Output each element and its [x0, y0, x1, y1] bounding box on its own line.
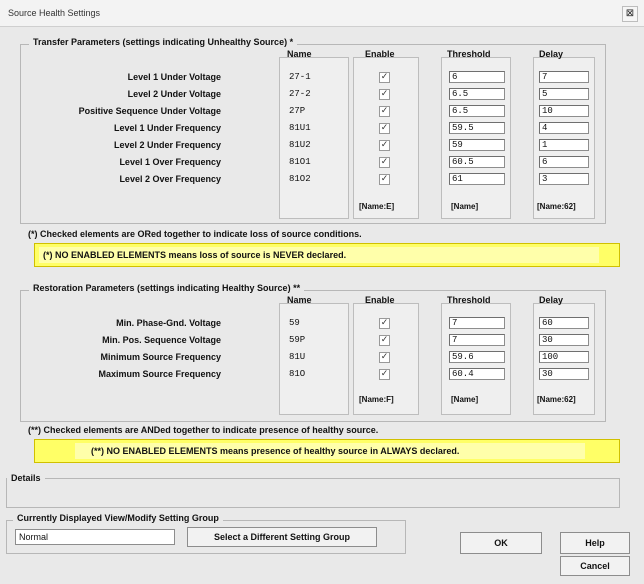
transfer-warning-text: (*) NO ENABLED ELEMENTS means loss of so…	[43, 250, 347, 260]
restoration-row-threshold-input[interactable]: 60.4	[449, 368, 505, 380]
restoration-row-delay-input[interactable]: 60	[539, 317, 589, 329]
transfer-row-delay-input[interactable]: 3	[539, 173, 589, 185]
transfer-row-enable-checkbox[interactable]: ✓	[379, 140, 390, 151]
transfer-row-delay-input[interactable]: 7	[539, 71, 589, 83]
details-group: Details	[6, 473, 620, 508]
restoration-row-name: 81U	[289, 352, 306, 362]
help-button[interactable]: Help	[560, 532, 630, 554]
restoration-row-threshold-input[interactable]: 59.6	[449, 351, 505, 363]
transfer-parameters-group: Transfer Parameters (settings indicating…	[20, 37, 606, 224]
transfer-row-delay-input[interactable]: 6	[539, 156, 589, 168]
transfer-row-threshold-input[interactable]: 6.5	[449, 105, 505, 117]
restoration-row-delay-input[interactable]: 100	[539, 351, 589, 363]
transfer-note: (*) Checked elements are ORed together t…	[28, 229, 362, 239]
restoration-note: (**) Checked elements are ANDed together…	[28, 425, 379, 435]
restoration-delay-header: Delay	[539, 295, 564, 305]
restoration-delay-footer: [Name:62]	[537, 395, 576, 404]
transfer-threshold-footer: [Name]	[451, 202, 479, 211]
restoration-row-label: Maximum Source Frequency	[98, 369, 221, 379]
transfer-name-header: Name	[287, 49, 312, 59]
restoration-threshold-footer: [Name]	[451, 395, 479, 404]
transfer-row-delay-input[interactable]: 5	[539, 88, 589, 100]
transfer-enable-footer: [Name:E]	[359, 202, 395, 211]
restoration-row-enable-checkbox[interactable]: ✓	[379, 335, 390, 346]
transfer-delay-footer: [Name:62]	[537, 202, 576, 211]
restoration-row-enable-checkbox[interactable]: ✓	[379, 318, 390, 329]
transfer-threshold-header: Threshold	[447, 49, 491, 59]
restoration-warning-text: (**) NO ENABLED ELEMENTS means presence …	[91, 446, 460, 456]
transfer-row-threshold-input[interactable]: 6.5	[449, 88, 505, 100]
restoration-threshold-header: Threshold	[447, 295, 491, 305]
transfer-row-name: 27P	[289, 106, 306, 116]
restoration-row-label: Min. Pos. Sequence Voltage	[102, 335, 221, 345]
transfer-row-name: 81U2	[289, 140, 311, 150]
setting-group-legend: Currently Displayed View/Modify Setting …	[13, 513, 223, 523]
transfer-warning-banner: (*) NO ENABLED ELEMENTS means loss of so…	[34, 243, 620, 267]
restoration-row-enable-checkbox[interactable]: ✓	[379, 369, 390, 380]
transfer-row-threshold-input[interactable]: 59.5	[449, 122, 505, 134]
transfer-row-enable-checkbox[interactable]: ✓	[379, 123, 390, 134]
restoration-enable-footer: [Name:F]	[359, 395, 394, 404]
window-title: Source Health Settings	[8, 8, 101, 18]
transfer-row-delay-input[interactable]: 10	[539, 105, 589, 117]
transfer-parameters-legend: Transfer Parameters (settings indicating…	[29, 37, 298, 47]
transfer-row-threshold-input[interactable]: 60.5	[449, 156, 505, 168]
transfer-row-enable-checkbox[interactable]: ✓	[379, 174, 390, 185]
restoration-parameters-group: Restoration Parameters (settings indicat…	[20, 283, 606, 422]
transfer-row-threshold-input[interactable]: 6	[449, 71, 505, 83]
restoration-row-delay-input[interactable]: 30	[539, 334, 589, 346]
restoration-row-name: 59P	[289, 335, 306, 345]
transfer-row-name: 81O2	[289, 174, 311, 184]
restoration-row-threshold-input[interactable]: 7	[449, 334, 505, 346]
select-setting-group-button[interactable]: Select a Different Setting Group	[187, 527, 377, 547]
transfer-row-name: 81U1	[289, 123, 311, 133]
restoration-row-name: 59	[289, 318, 300, 328]
transfer-row-name: 81O1	[289, 157, 311, 167]
transfer-delay-header: Delay	[539, 49, 564, 59]
transfer-row-enable-checkbox[interactable]: ✓	[379, 106, 390, 117]
transfer-row-delay-input[interactable]: 4	[539, 122, 589, 134]
transfer-row-label: Level 2 Under Frequency	[113, 140, 221, 150]
restoration-row-enable-checkbox[interactable]: ✓	[379, 352, 390, 363]
transfer-row-label: Level 1 Under Voltage	[127, 72, 221, 82]
transfer-row-threshold-input[interactable]: 59	[449, 139, 505, 151]
transfer-row-enable-checkbox[interactable]: ✓	[379, 89, 390, 100]
restoration-parameters-legend: Restoration Parameters (settings indicat…	[29, 283, 305, 293]
transfer-row-name: 27-2	[289, 89, 311, 99]
close-icon[interactable]: ⊠	[622, 6, 638, 22]
details-legend: Details	[7, 473, 45, 483]
transfer-enable-header: Enable	[365, 49, 395, 59]
restoration-row-label: Min. Phase-Gnd. Voltage	[116, 318, 221, 328]
transfer-row-delay-input[interactable]: 1	[539, 139, 589, 151]
restoration-row-name: 81O	[289, 369, 306, 379]
transfer-row-label: Positive Sequence Under Voltage	[78, 106, 221, 116]
title-bar: Source Health Settings ⊠	[0, 0, 644, 27]
restoration-row-label: Minimum Source Frequency	[100, 352, 221, 362]
setting-group-value: Normal	[15, 529, 175, 545]
restoration-row-delay-input[interactable]: 30	[539, 368, 589, 380]
ok-button[interactable]: OK	[460, 532, 542, 554]
transfer-row-label: Level 1 Over Frequency	[119, 157, 221, 167]
transfer-row-label: Level 2 Over Frequency	[119, 174, 221, 184]
setting-group-group: Currently Displayed View/Modify Setting …	[6, 513, 406, 554]
restoration-name-header: Name	[287, 295, 312, 305]
restoration-warning-banner: (**) NO ENABLED ELEMENTS means presence …	[34, 439, 620, 463]
transfer-row-enable-checkbox[interactable]: ✓	[379, 157, 390, 168]
transfer-row-label: Level 2 Under Voltage	[127, 89, 221, 99]
cancel-button[interactable]: Cancel	[560, 556, 630, 576]
transfer-row-threshold-input[interactable]: 61	[449, 173, 505, 185]
transfer-row-enable-checkbox[interactable]: ✓	[379, 72, 390, 83]
restoration-enable-header: Enable	[365, 295, 395, 305]
transfer-row-label: Level 1 Under Frequency	[113, 123, 221, 133]
restoration-row-threshold-input[interactable]: 7	[449, 317, 505, 329]
transfer-row-name: 27-1	[289, 72, 311, 82]
